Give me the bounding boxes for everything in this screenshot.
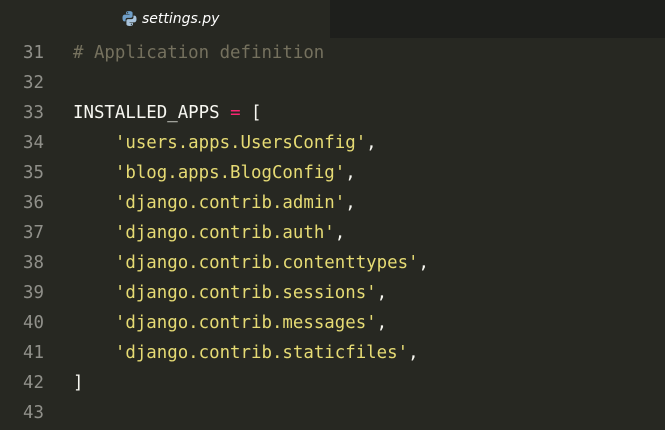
code-punctuation: [: [251, 103, 262, 123]
code-line[interactable]: 32: [0, 68, 665, 98]
line-number: 40: [23, 313, 44, 333]
code-punctuation: ,: [345, 163, 356, 183]
line-number: 37: [23, 223, 44, 243]
code-punctuation: ,: [418, 253, 430, 273]
code-line[interactable]: 43: [0, 398, 665, 428]
code-line[interactable]: 35 'blog.apps.BlogConfig',: [0, 158, 665, 188]
code-punctuation: ,: [366, 133, 377, 153]
code-text: 'users.apps.UsersConfig',: [73, 128, 377, 158]
code-string: 'django.contrib.auth': [114, 223, 335, 243]
code-line[interactable]: 36 'django.contrib.admin',: [0, 188, 665, 218]
code-identifier: INSTALLED_APPS: [73, 103, 220, 123]
code-string: 'django.contrib.admin': [114, 193, 346, 213]
line-number: 39: [23, 283, 44, 303]
code-text: 'django.contrib.sessions',: [73, 278, 387, 308]
line-number: 32: [23, 73, 44, 93]
line-number: 34: [23, 133, 44, 153]
line-number: 43: [23, 403, 44, 423]
code-text: 'django.contrib.auth',: [73, 218, 345, 248]
code-punctuation: ,: [376, 313, 388, 333]
line-number: 31: [23, 43, 44, 63]
code-punctuation: ,: [376, 283, 388, 303]
code-line[interactable]: 41 'django.contrib.staticfiles',: [0, 338, 665, 368]
line-number: 38: [23, 253, 44, 273]
code-string: 'django.contrib.contenttypes': [114, 253, 419, 273]
code-text: 'django.contrib.contenttypes',: [73, 248, 429, 278]
code-text: ]: [73, 368, 83, 398]
code-line[interactable]: 37 'django.contrib.auth',: [0, 218, 665, 248]
code-string: 'django.contrib.sessions': [114, 283, 377, 303]
code-line[interactable]: 42]: [0, 368, 665, 398]
code-string: 'django.contrib.staticfiles': [114, 343, 409, 363]
code-punctuation: ]: [73, 373, 84, 393]
tab-bar: settings.py: [0, 0, 665, 38]
code-text: 'django.contrib.staticfiles',: [73, 338, 419, 368]
code-editor-window: settings.py 31 # Application definition 32…: [0, 0, 665, 430]
code-text: 'django.contrib.admin',: [73, 188, 356, 218]
code-string: 'django.contrib.messages': [114, 313, 377, 333]
code-line[interactable]: 40 'django.contrib.messages',: [0, 308, 665, 338]
code-punctuation: ,: [334, 223, 346, 243]
line-number: 42: [23, 373, 44, 393]
code-line[interactable]: 39 'django.contrib.sessions',: [0, 278, 665, 308]
code-line[interactable]: 38 'django.contrib.contenttypes',: [0, 248, 665, 278]
code-editor[interactable]: 31 # Application definition 32 33 INSTALLED_…: [0, 38, 665, 430]
code-line[interactable]: 31 # Application definition: [0, 38, 665, 68]
line-number: 33: [23, 103, 44, 123]
code-string: 'blog.apps.BlogConfig': [114, 163, 346, 183]
code-line[interactable]: 33 INSTALLED_APPS = [: [0, 98, 665, 128]
code-operator: =: [219, 103, 252, 123]
line-number: 36: [23, 193, 44, 213]
code-text: 'blog.apps.BlogConfig',: [73, 158, 356, 188]
line-number: 41: [23, 343, 44, 363]
code-line[interactable]: 34 'users.apps.UsersConfig',: [0, 128, 665, 158]
tab-settings-py[interactable]: settings.py: [0, 0, 330, 38]
code-text: # Application definition: [73, 38, 324, 68]
python-icon: [122, 11, 137, 26]
line-number: 35: [23, 163, 44, 183]
code-comment: # Application definition: [73, 43, 325, 63]
tab-filename: settings.py: [142, 11, 220, 27]
code-punctuation: ,: [408, 343, 419, 363]
code-punctuation: ,: [345, 193, 356, 213]
code-string: 'users.apps.UsersConfig': [114, 133, 367, 153]
code-text: INSTALLED_APPS = [: [73, 98, 262, 128]
code-text: 'django.contrib.messages',: [73, 308, 387, 338]
